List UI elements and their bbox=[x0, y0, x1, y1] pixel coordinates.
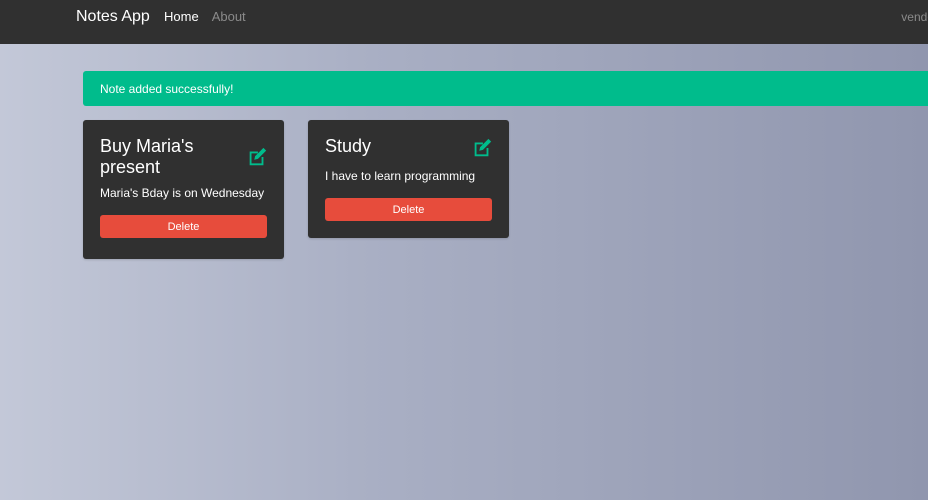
note-description: I have to learn programming bbox=[325, 169, 476, 183]
nav-links: Home About bbox=[164, 8, 246, 26]
nav-link-about[interactable]: About bbox=[212, 8, 246, 26]
note-title: Buy Maria's present bbox=[100, 136, 194, 177]
brand-link[interactable]: Notes App bbox=[76, 7, 150, 27]
edit-icon[interactable] bbox=[246, 146, 268, 168]
delete-button[interactable]: Delete bbox=[100, 215, 267, 238]
navbar: Notes App Home About vende bbox=[0, 0, 928, 44]
note-card: Buy Maria's present Maria's Bday is on W… bbox=[83, 120, 284, 259]
nav-link-home[interactable]: Home bbox=[164, 8, 199, 26]
note-card: Study I have to learn programming Delete bbox=[308, 120, 509, 238]
note-description: Maria's Bday is on Wednesday bbox=[100, 186, 265, 200]
note-card-header: Study bbox=[325, 136, 493, 159]
note-title: Study bbox=[325, 136, 372, 156]
note-card-header: Buy Maria's present bbox=[100, 136, 268, 178]
alert-message: Note added successfully! bbox=[100, 81, 234, 96]
success-alert: Note added successfully! bbox=[83, 71, 928, 106]
delete-button[interactable]: Delete bbox=[325, 198, 492, 221]
user-link[interactable]: vende bbox=[901, 9, 928, 25]
edit-icon[interactable] bbox=[471, 137, 493, 159]
